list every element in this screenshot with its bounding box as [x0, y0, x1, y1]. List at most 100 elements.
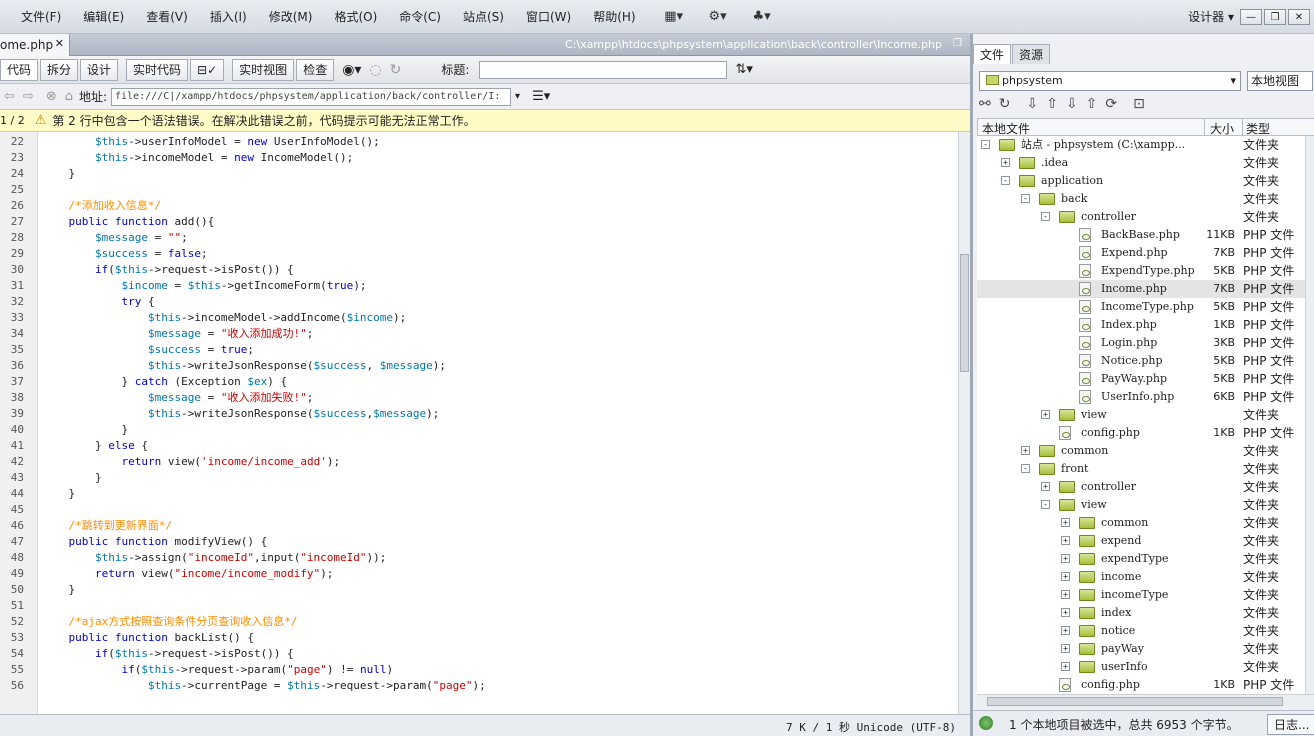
editor-vertical-scrollbar[interactable]	[958, 132, 970, 720]
tree-folder-row[interactable]: -view文件夹2	[977, 496, 1314, 514]
column-type[interactable]: 类型	[1246, 120, 1270, 137]
multiscreen-icon[interactable]: ◌	[369, 62, 381, 78]
tree-folder-row[interactable]: -controller文件夹2	[977, 208, 1314, 226]
code-line[interactable]: 53 public function backList() {	[0, 630, 958, 646]
inspect-button[interactable]: 检查	[296, 58, 335, 81]
tree-folder-row[interactable]: -front文件夹2	[977, 460, 1314, 478]
code-line[interactable]: 40 }	[0, 422, 958, 438]
warning-counter[interactable]: 1 / 2	[0, 114, 25, 127]
expand-icon[interactable]: +	[1061, 536, 1070, 545]
tree-folder-row[interactable]: -back文件夹2	[977, 190, 1314, 208]
tree-file-row[interactable]: Expend.php7KBPHP 文件2	[977, 244, 1314, 262]
code-line[interactable]: 29 $success = false;	[0, 246, 958, 262]
sitemap-icon[interactable]: ♣▾	[749, 8, 775, 26]
code-line[interactable]: 23 $this->incomeModel = new IncomeModel(…	[0, 150, 958, 166]
refresh-icon[interactable]: ↻	[999, 96, 1011, 112]
code-line[interactable]: 47 public function modifyView() {	[0, 534, 958, 550]
code-line[interactable]: 30 if($this->request->isPost()) {	[0, 262, 958, 278]
tree-vertical-scrollbar[interactable]	[1305, 136, 1314, 696]
refresh-icon[interactable]: ↻	[390, 62, 402, 78]
tree-folder-row[interactable]: +index文件夹2	[977, 604, 1314, 622]
tree-folder-row[interactable]: +expend文件夹2	[977, 532, 1314, 550]
tree-file-row[interactable]: UserInfo.php6KBPHP 文件2	[977, 388, 1314, 406]
code-editor[interactable]: 22 $this->userInfoModel = new UserInfoMo…	[0, 132, 958, 720]
expand-icon[interactable]: +	[1061, 518, 1070, 527]
expand-icon[interactable]: +	[1021, 446, 1030, 455]
code-line[interactable]: 38 $message = "收入添加失败!";	[0, 390, 958, 406]
site-selector[interactable]: phpsystem	[979, 71, 1241, 91]
code-line[interactable]: 34 $message = "收入添加成功!";	[0, 326, 958, 342]
tree-folder-row[interactable]: +incomeType文件夹2	[977, 586, 1314, 604]
code-line[interactable]: 33 $this->incomeModel->addIncome($income…	[0, 310, 958, 326]
list-icon[interactable]: ☰▾	[532, 89, 550, 104]
close-tab-icon[interactable]: ✕	[55, 37, 64, 50]
inspect-icon[interactable]: ⊟✓	[190, 58, 225, 81]
code-line[interactable]: 49 return view("income/income_modify");	[0, 566, 958, 582]
expand-icon[interactable]: +	[1061, 554, 1070, 563]
tree-file-row[interactable]: ExpendType.php5KBPHP 文件2	[977, 262, 1314, 280]
tree-folder-row[interactable]: -application文件夹2	[977, 172, 1314, 190]
code-line[interactable]: 42 return view('income/income_add');	[0, 454, 958, 470]
sync-icon[interactable]: ⟳	[1105, 96, 1117, 112]
code-line[interactable]: 41 } else {	[0, 438, 958, 454]
tree-folder-row[interactable]: +payWay文件夹2	[977, 640, 1314, 658]
code-view-button[interactable]: 代码	[0, 58, 39, 81]
code-line[interactable]: 50 }	[0, 582, 958, 598]
back-icon[interactable]: ⇦	[4, 89, 15, 104]
tree-file-row[interactable]: config.php1KBPHP 文件2	[977, 424, 1314, 442]
gear-icon[interactable]: ⚙▾	[705, 8, 731, 26]
expand-icon[interactable]: +	[1061, 662, 1070, 671]
put-icon[interactable]: ⇧	[1046, 96, 1058, 112]
live-view-button[interactable]: 实时视图	[232, 58, 295, 81]
menu-edit[interactable]: 编辑(E)	[72, 0, 135, 34]
globe-icon[interactable]: ◉▾	[342, 62, 361, 78]
collapse-icon[interactable]: -	[1021, 194, 1030, 203]
tree-folder-row[interactable]: +income文件夹2	[977, 568, 1314, 586]
get-icon[interactable]: ⇩	[1026, 96, 1038, 112]
tree-folder-row[interactable]: +.idea文件夹2	[977, 154, 1314, 172]
tree-folder-row[interactable]: +expendType文件夹2	[977, 550, 1314, 568]
code-line[interactable]: 37 } catch (Exception $ex) {	[0, 374, 958, 390]
collapse-icon[interactable]: -	[981, 140, 990, 149]
code-line[interactable]: 36 $this->writeJsonResponse($success, $m…	[0, 358, 958, 374]
log-button[interactable]: 日志...	[1267, 714, 1314, 735]
code-line[interactable]: 39 $this->writeJsonResponse($success,$me…	[0, 406, 958, 422]
expand-icon[interactable]: +	[1061, 626, 1070, 635]
menu-format[interactable]: 格式(O)	[323, 0, 388, 34]
tree-file-row[interactable]: Notice.php5KBPHP 文件2	[977, 352, 1314, 370]
tree-folder-row[interactable]: +common文件夹2	[977, 442, 1314, 460]
code-line[interactable]: 46 /*跳转到更新界面*/	[0, 518, 958, 534]
tab-assets[interactable]: 资源	[1012, 44, 1051, 64]
code-line[interactable]: 31 $income = $this->getIncomeForm(true);	[0, 278, 958, 294]
tree-folder-row[interactable]: +controller文件夹2	[977, 478, 1314, 496]
menu-command[interactable]: 命令(C)	[388, 0, 452, 34]
menu-insert[interactable]: 插入(I)	[199, 0, 258, 34]
design-view-button[interactable]: 设计	[80, 58, 119, 81]
checkin-icon[interactable]: ⇧	[1086, 96, 1098, 112]
code-line[interactable]: 48 $this->assign("incomeId",input("incom…	[0, 550, 958, 566]
expand-icon[interactable]: +	[1061, 572, 1070, 581]
tree-file-row[interactable]: Income.php7KBPHP 文件2	[977, 280, 1314, 298]
split-view-button[interactable]: 拆分	[40, 58, 79, 81]
menu-site[interactable]: 站点(S)	[452, 0, 515, 34]
checkout-icon[interactable]: ⇩	[1066, 96, 1078, 112]
code-line[interactable]: 55 if($this->request->param("page") != n…	[0, 662, 958, 678]
workspace-switcher[interactable]: 设计器 ▾	[1188, 8, 1234, 25]
restore-icon[interactable]: ❐	[953, 38, 962, 49]
code-line[interactable]: 25	[0, 182, 958, 198]
tree-horizontal-scrollbar[interactable]	[977, 694, 1314, 708]
expand-icon[interactable]: +	[1041, 410, 1050, 419]
code-line[interactable]: 32 try {	[0, 294, 958, 310]
menu-file[interactable]: 文件(F)	[10, 0, 72, 34]
menu-view[interactable]: 查看(V)	[135, 0, 199, 34]
layout-icon[interactable]: ▦▾	[661, 8, 687, 26]
tree-file-row[interactable]: Login.php3KBPHP 文件2	[977, 334, 1314, 352]
menu-modify[interactable]: 修改(M)	[258, 0, 324, 34]
tree-file-row[interactable]: BackBase.php11KBPHP 文件2	[977, 226, 1314, 244]
forward-icon[interactable]: ⇨	[23, 89, 34, 104]
tree-folder-row[interactable]: +notice文件夹2	[977, 622, 1314, 640]
expand-icon[interactable]: ⊡	[1133, 96, 1145, 112]
connect-icon[interactable]: ⚯	[979, 96, 991, 112]
tree-folder-row[interactable]: +view文件夹2	[977, 406, 1314, 424]
tab-files[interactable]: 文件	[973, 44, 1012, 64]
